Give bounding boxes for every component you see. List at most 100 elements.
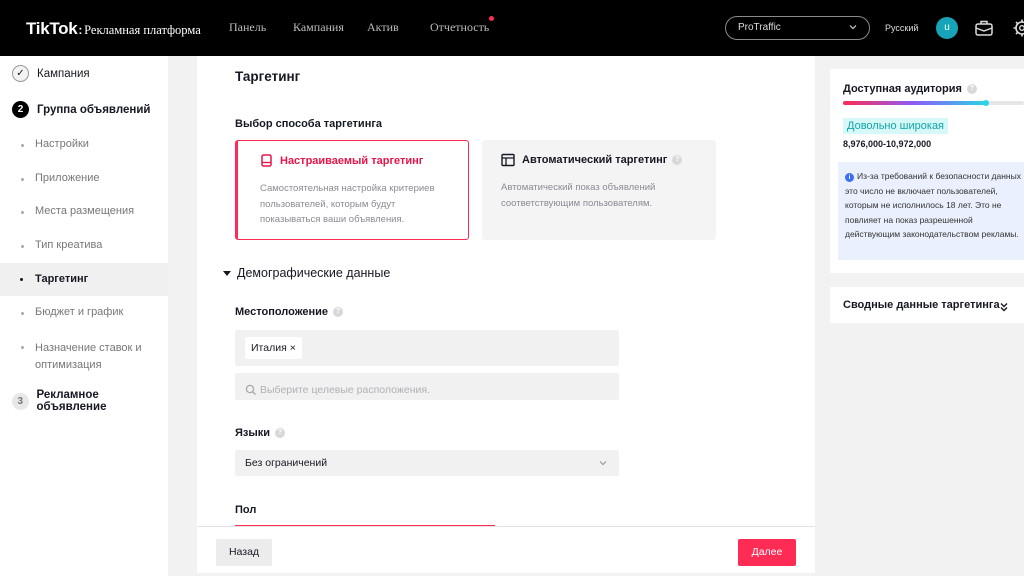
help-icon[interactable]: ? [966,84,977,94]
audience-title: Доступная аудитория ? [843,83,977,95]
location-tag: Италия × [245,337,302,359]
languages-label: Языки ? [235,427,286,439]
nav-reporting-label: Отчетность [430,20,490,34]
substep-label: Тип креатива [35,239,103,251]
demographics-label: Демографические данные [237,266,391,280]
languages-label-text: Языки [235,427,271,439]
step-ad-group[interactable]: 2 Группа объявлений [12,101,150,118]
substep-label: Таргетинг [35,273,89,285]
help-icon[interactable]: ? [672,155,683,165]
audience-range: 8,976,000-10,972,000 [843,139,932,149]
next-button[interactable]: Далее [738,539,796,566]
chevron-down-icon [599,461,607,466]
note-text: Из-за требований к безопасности данных э… [845,171,1021,239]
languages-select[interactable]: Без ограничений [235,450,619,476]
substep-label: Бюджет и график [35,306,124,318]
step-campaign-label: Кампания [37,67,90,80]
auto-targeting-card[interactable]: Автоматический таргетинг ? Автоматически… [482,140,716,240]
card-description: Самостоятельная настройка критериев поль… [260,183,435,225]
step-ad-label: Рекламное объявление [36,389,107,413]
bullet [21,346,24,349]
targeting-summary-toggle[interactable]: Сводные данные таргетинга [830,287,1024,323]
method-label: Выбор способа таргетинга [235,118,383,130]
notification-dot [489,16,495,21]
location-label: Местоположение ? [235,306,344,318]
help-icon[interactable]: ? [275,428,286,438]
brand[interactable]: TikTok : Рекламная платформа [26,19,201,39]
substep-label: Места размещения [35,205,135,217]
bullet [21,211,24,214]
substep-settings[interactable]: Настройки [21,138,89,150]
card-title-text: Автоматический таргетинг [522,154,668,166]
custom-targeting-card[interactable]: Настраиваемый таргетинг Самостоятельная … [235,140,469,240]
substep-app[interactable]: Приложение [21,172,100,184]
audience-meter-marker [982,100,989,106]
substep-creative-type[interactable]: Тип креатива [21,239,103,251]
briefcase-icon[interactable] [974,18,994,38]
demographics-toggle[interactable]: Демографические данные [223,266,390,280]
audience-title-text: Доступная аудитория [843,83,962,95]
account-selector[interactable]: ProTraffic [725,16,870,40]
brand-subtitle: Рекламная платформа [84,23,201,37]
substep-budget-schedule[interactable]: Бюджет и график [21,306,124,318]
nav-dashboard[interactable]: Панель [229,20,266,35]
nav-campaign[interactable]: Кампания [293,20,344,35]
card-description: Автоматический показ объявлений соответс… [501,182,656,209]
avatar[interactable]: u [936,17,958,39]
brand-separator: : [78,23,83,37]
step-number: 2 [12,101,29,118]
help-icon[interactable]: ? [333,307,344,317]
check-icon: ✓ [12,65,29,82]
device-icon [261,154,272,167]
account-name: ProTraffic [738,22,781,33]
bullet [21,312,24,315]
step-number: 3 [12,392,29,410]
substep-label: Назначение ставок и оптимизация [35,342,142,371]
search-icon [245,384,256,395]
form-footer: Назад Далее [197,526,815,573]
audience-panel: Доступная аудитория ? Довольно широкая 8… [830,69,1024,273]
location-label-text: Местоположение [235,306,329,318]
page-title: Таргетинг [235,69,301,84]
language-switcher[interactable]: Русский [885,23,918,33]
audience-status-badge: Довольно широкая [843,118,949,134]
info-icon: i [845,173,854,182]
substep-placements[interactable]: Места размещения [21,205,135,217]
tiktok-logo: TikTok [26,19,78,38]
summary-title: Сводные данные таргетинга [843,299,1000,311]
bullet [21,178,24,181]
gear-icon[interactable] [1012,18,1024,38]
bullet [21,144,24,147]
audience-info-note: i Из-за требований к безопасности данных … [838,162,1024,260]
top-navigation-bar: TikTok : Рекламная платформа Панель Камп… [0,0,1024,56]
card-title: Настраиваемый таргетинг [260,154,468,167]
gender-label: Пол [235,504,257,516]
substep-label: Настройки [35,138,89,150]
remove-tag-icon[interactable]: × [290,342,296,354]
layout-icon [501,153,515,167]
caret-down-icon [223,270,231,276]
step-campaign[interactable]: ✓ Кампания [12,65,90,82]
audience-breadth-meter [843,100,1024,106]
location-selected-box[interactable]: Италия × [235,330,619,366]
search-placeholder: Выберите целевые расположения. [260,383,430,396]
audience-meter-fill [843,101,986,105]
substep-targeting[interactable]: Таргетинг [0,263,168,296]
step-ad-group-label: Группа объявлений [37,103,151,116]
substep-bidding-optimization[interactable]: Назначение ставок и оптимизация [21,340,155,374]
bullet [20,278,23,281]
card-title-text: Настраиваемый таргетинг [280,154,424,167]
targeting-form: Таргетинг Выбор способа таргетинга Настр… [197,56,815,526]
card-title: Автоматический таргетинг ? [501,153,716,167]
languages-value: Без ограничений [245,457,328,469]
location-search-input[interactable]: Выберите целевые расположения. [235,373,619,400]
chevron-down-icon [849,25,857,30]
left-step-navigation: ✓ Кампания 2 Группа объявлений Настройки… [0,56,168,576]
nav-assets[interactable]: Актив [367,20,399,35]
substep-label: Приложение [35,172,100,184]
step-ad[interactable]: 3 Рекламное объявление [12,389,168,413]
bullet [21,245,24,248]
nav-reporting[interactable]: Отчетность [430,16,495,35]
location-tag-label: Италия [251,342,287,354]
back-button[interactable]: Назад [216,539,272,566]
